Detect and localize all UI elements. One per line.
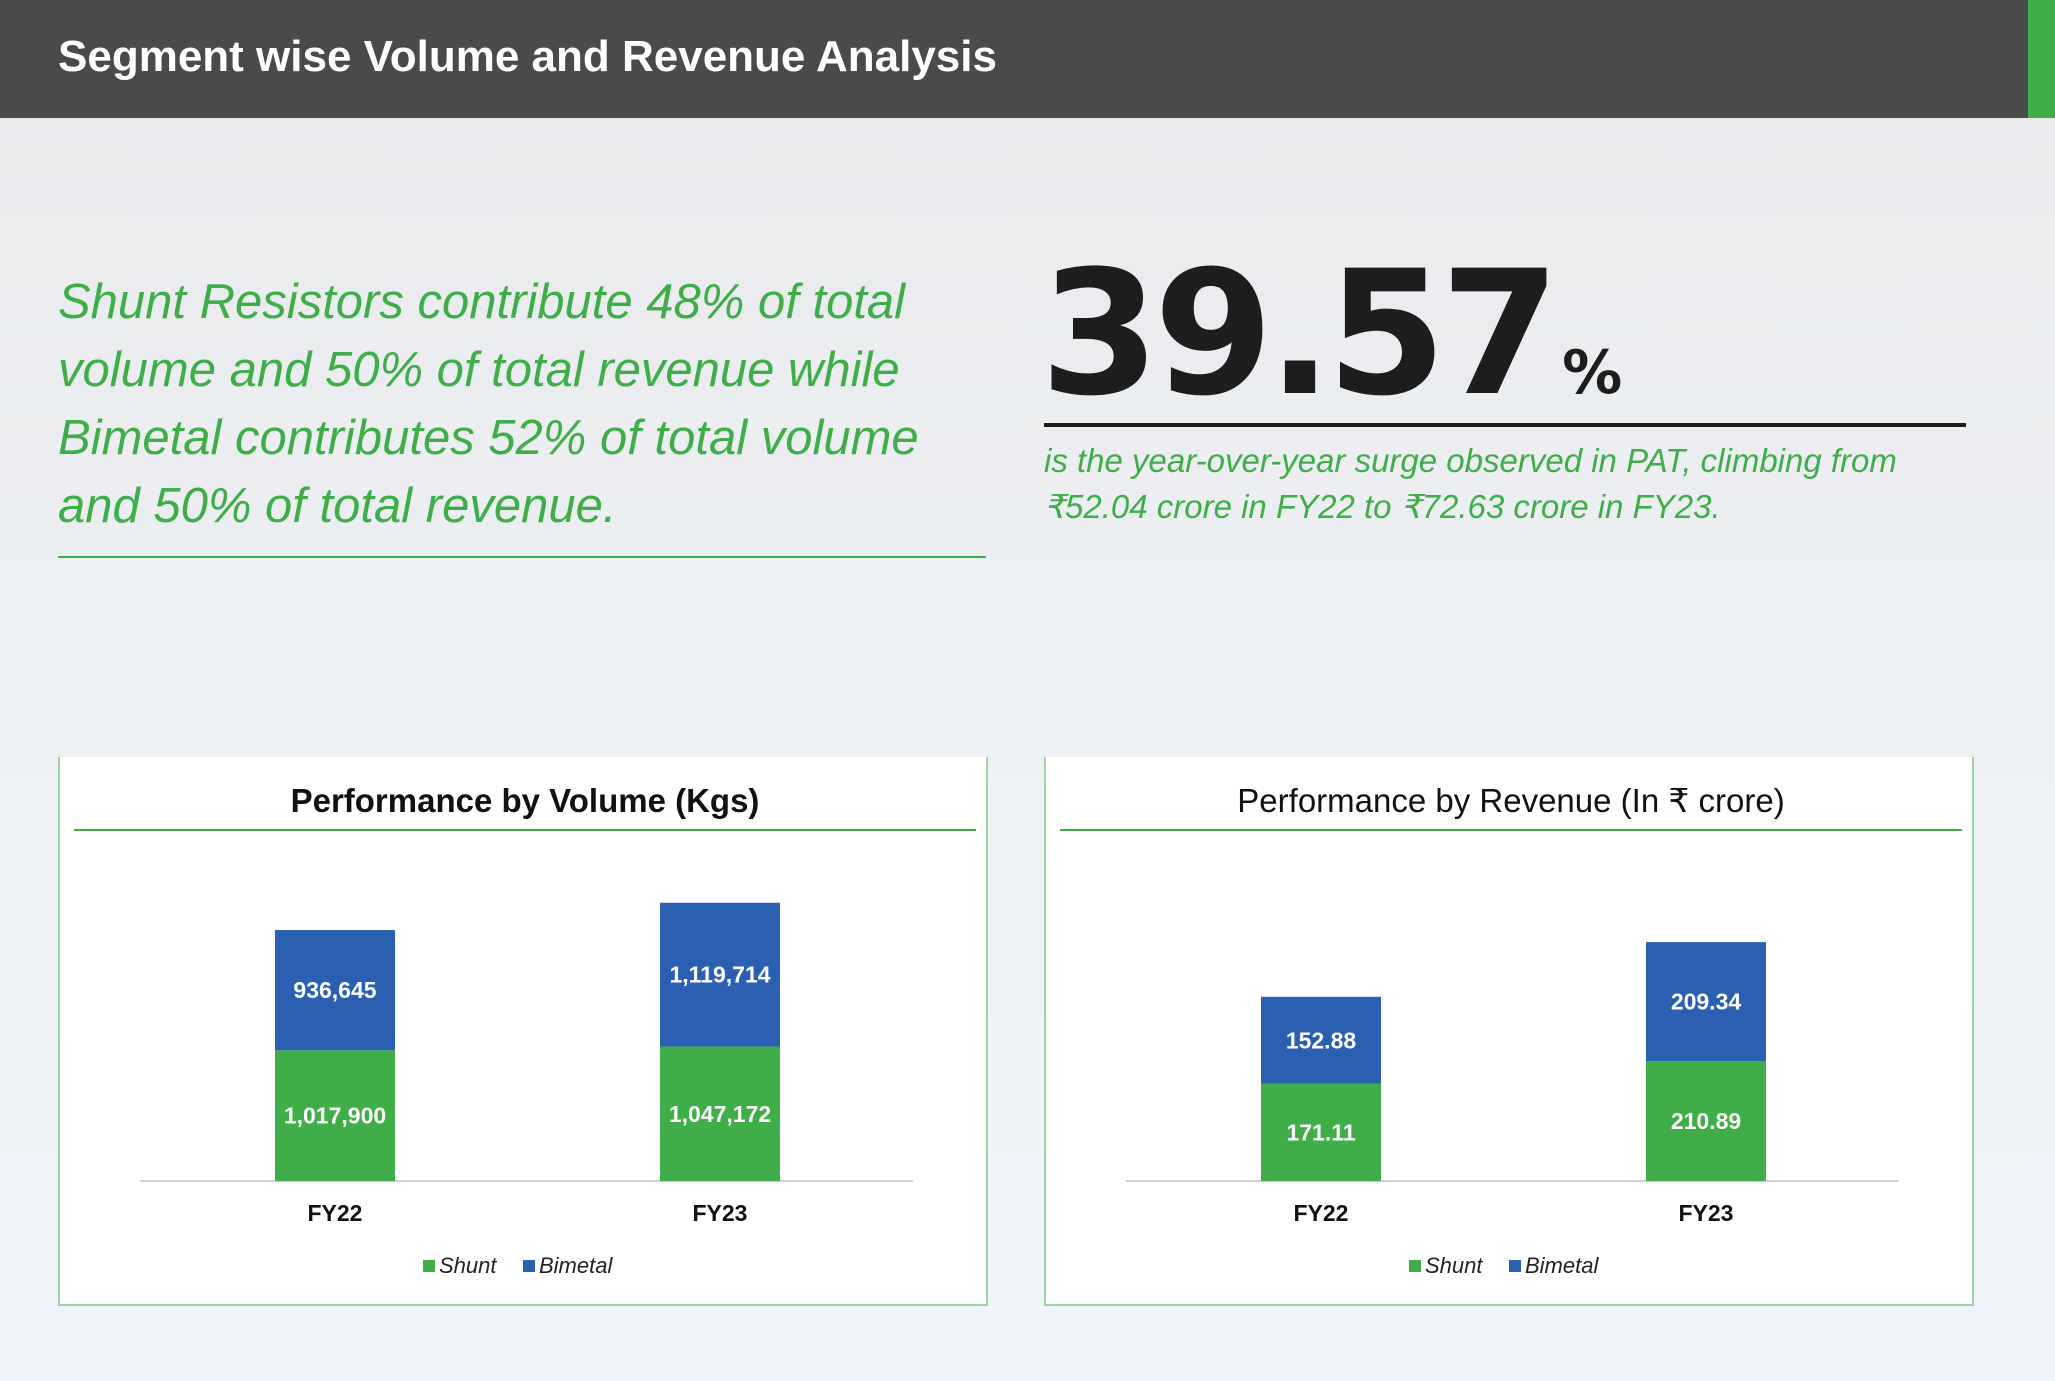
volume-chart-card: Performance by Volume (Kgs) 1,017,900 936,… bbox=[58, 757, 988, 1306]
revenue-data-label: 209.34 bbox=[1671, 989, 1742, 1015]
volume-legend-label-bimetal: Bimetal bbox=[539, 1253, 613, 1278]
revenue-x-tick-label: FY23 bbox=[1679, 1200, 1734, 1226]
volume-data-label: 1,017,900 bbox=[284, 1103, 386, 1129]
page-title: Segment wise Volume and Revenue Analysis bbox=[58, 32, 997, 81]
volume-data-label: 1,119,714 bbox=[669, 962, 770, 988]
revenue-legend-swatch-shunt bbox=[1409, 1260, 1421, 1272]
header-bar: Segment wise Volume and Revenue Analysis bbox=[0, 0, 2028, 118]
revenue-data-label: 171.11 bbox=[1286, 1119, 1355, 1145]
highlight-stat: 39.57% bbox=[1040, 248, 1622, 420]
revenue-legend-swatch-bimetal bbox=[1509, 1260, 1521, 1272]
revenue-chart-card: Performance by Revenue (In ₹ crore) 171.1… bbox=[1044, 757, 1974, 1306]
highlight-unit: % bbox=[1562, 338, 1623, 408]
volume-chart-title: Performance by Volume (Kgs) bbox=[291, 782, 760, 819]
summary-divider bbox=[58, 556, 986, 558]
revenue-legend-label-bimetal: Bimetal bbox=[1525, 1253, 1599, 1278]
volume-x-tick-label: FY22 bbox=[308, 1200, 363, 1226]
volume-legend-swatch-shunt bbox=[423, 1260, 435, 1272]
revenue-data-label: 210.89 bbox=[1671, 1108, 1741, 1134]
revenue-chart-title: Performance by Revenue (In ₹ crore) bbox=[1237, 782, 1784, 819]
volume-legend-swatch-bimetal bbox=[523, 1260, 535, 1272]
revenue-legend-label-shunt: Shunt bbox=[1425, 1253, 1483, 1278]
header-accent bbox=[2028, 0, 2055, 118]
volume-x-tick-label: FY23 bbox=[693, 1200, 748, 1226]
summary-text: Shunt Resistors contribute 48% of total … bbox=[58, 275, 919, 533]
volume-data-label: 936,645 bbox=[293, 977, 376, 1003]
volume-chart: Performance by Volume (Kgs) 1,017,900 936,… bbox=[74, 782, 976, 1278]
revenue-chart: Performance by Revenue (In ₹ crore) 171.1… bbox=[1060, 782, 1962, 1278]
highlight-caption: is the year-over-year surge observed in … bbox=[1044, 442, 1897, 525]
revenue-x-tick-label: FY22 bbox=[1294, 1200, 1349, 1226]
volume-data-label: 1,047,172 bbox=[669, 1101, 771, 1127]
highlight-value: 39.57 bbox=[1040, 233, 1560, 434]
highlight-divider bbox=[1044, 423, 1966, 427]
revenue-data-label: 152.88 bbox=[1286, 1027, 1357, 1053]
volume-legend-label-shunt: Shunt bbox=[439, 1253, 497, 1278]
